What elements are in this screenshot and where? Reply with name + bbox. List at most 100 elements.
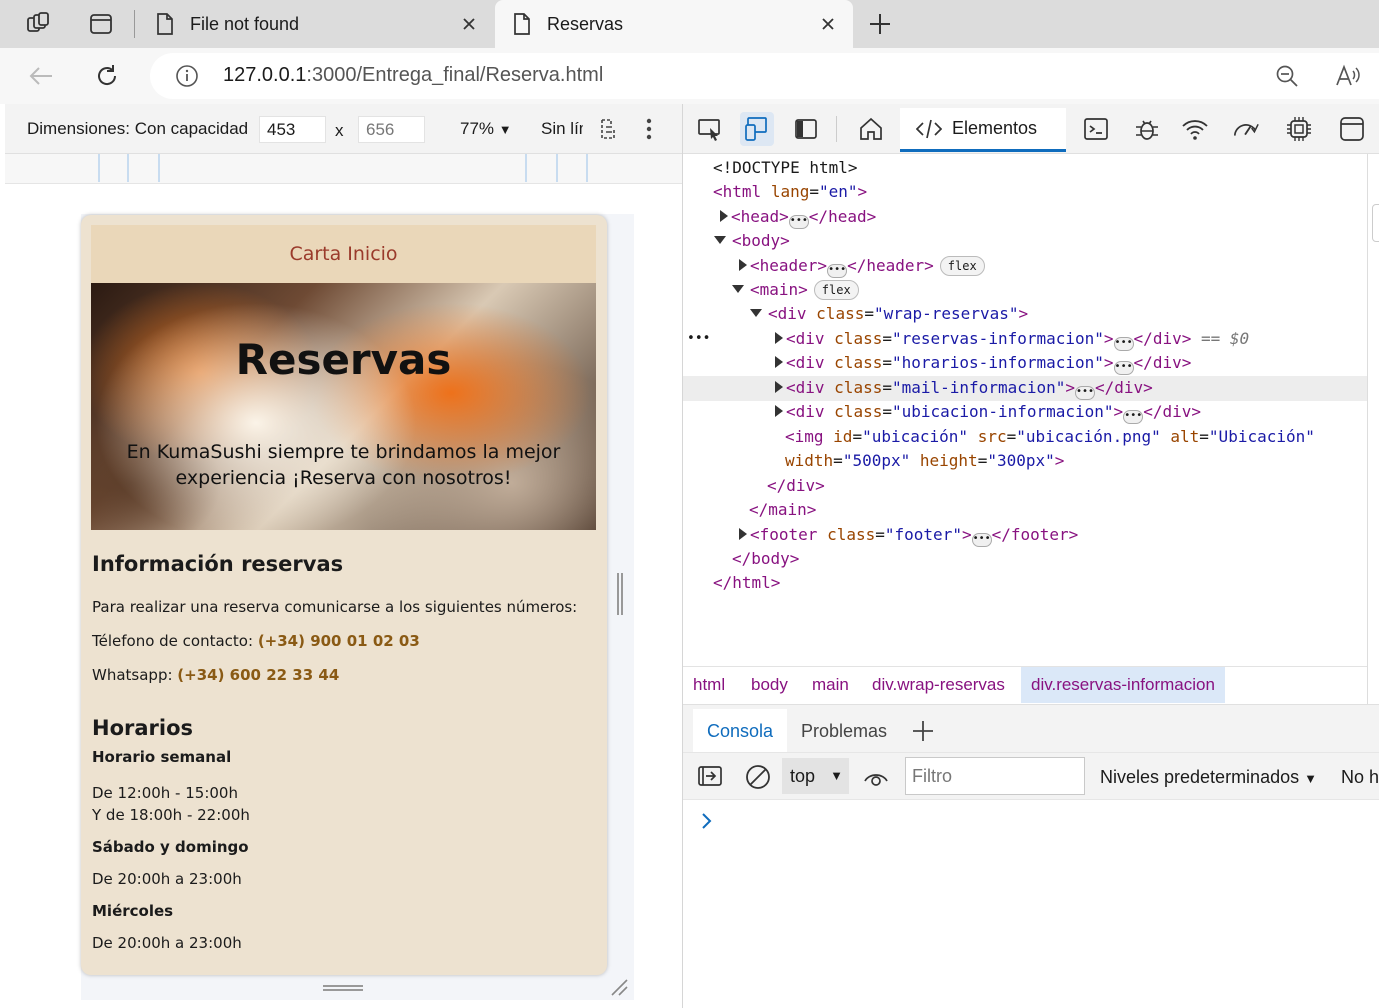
height-resize-handle[interactable] (323, 983, 363, 993)
dom-node-html[interactable]: <html lang="en"> (713, 180, 867, 204)
clear-console-icon[interactable] (745, 764, 771, 790)
network-wifi-icon[interactable] (1181, 115, 1209, 143)
console-filter-input[interactable]: Filtro (905, 757, 1085, 795)
tab-console[interactable]: Consola (693, 709, 788, 753)
back-icon[interactable] (27, 62, 55, 90)
dimensions-dropdown[interactable]: Dimensiones: Con capacidad (27, 119, 249, 139)
expand-triangle-icon[interactable] (775, 405, 783, 417)
zoom-icon[interactable] (1275, 64, 1299, 88)
dom-node-img[interactable]: <img id="ubicación" src="ubicación.png" … (785, 425, 1315, 449)
dom-node-ubicacion-informacion[interactable]: <div class="ubicacion-informacion">•••</… (775, 400, 1201, 424)
dom-node-main-close[interactable]: </main> (749, 498, 816, 522)
expand-triangle-icon[interactable] (720, 210, 728, 222)
tab-issues[interactable]: Problemas (787, 709, 901, 753)
dom-node-div-close[interactable]: </div> (767, 474, 825, 498)
ellipsis-icon[interactable]: ••• (1123, 410, 1144, 424)
dock-side-icon[interactable] (792, 115, 820, 143)
ellipsis-icon[interactable]: ••• (1113, 361, 1134, 375)
dom-node-main[interactable]: <main> flex (732, 278, 859, 302)
styles-filter-edge[interactable] (1372, 204, 1379, 242)
read-aloud-icon[interactable] (1335, 63, 1361, 89)
collapse-triangle-icon[interactable] (732, 285, 744, 293)
expand-triangle-icon[interactable] (775, 356, 783, 368)
nav-link-inicio[interactable]: Inicio (347, 243, 397, 265)
zoom-dropdown[interactable]: 77% ▼ (460, 119, 512, 139)
ellipsis-icon[interactable]: ••• (827, 264, 848, 278)
styles-pane-edge[interactable] (1367, 154, 1379, 714)
dom-node-head[interactable]: <head>•••</head> (720, 205, 876, 229)
debugger-bug-icon[interactable] (1133, 115, 1161, 143)
more-options-icon[interactable] (645, 117, 653, 141)
dom-node-mail-informacion[interactable]: <div class="mail-informacion">•••</div> (775, 376, 1153, 400)
dom-node-horarios-informacion[interactable]: <div class="horarios-informacion">•••</d… (775, 351, 1191, 375)
tag-name: <div (786, 353, 825, 372)
ellipsis-icon[interactable]: ••• (971, 533, 992, 547)
flex-badge[interactable]: flex (939, 256, 985, 276)
dom-tree[interactable]: <!DOCTYPE html> <html lang="en"> <head>•… (683, 154, 1367, 666)
ruler-mark (556, 154, 558, 182)
hero-text: En KumaSushi siempre te brindamos la mej… (126, 441, 561, 489)
media-query-ruler[interactable] (5, 154, 682, 184)
dom-node-html-close[interactable]: </html> (713, 571, 780, 595)
dom-node-reservas-informacion[interactable]: <div class="reservas-informacion">•••</d… (775, 327, 1249, 351)
close-tab-icon[interactable] (817, 13, 839, 35)
console-icon[interactable] (1082, 115, 1110, 143)
tag-close: </main> (749, 500, 817, 519)
console-prompt-icon[interactable] (701, 812, 713, 830)
collapse-triangle-icon[interactable] (714, 236, 726, 244)
inspect-element-icon[interactable] (696, 115, 724, 143)
dom-node-header[interactable]: <header>•••</header> flex (739, 254, 985, 278)
new-tab-icon[interactable] (866, 10, 894, 38)
nav-link-carta[interactable]: Carta (289, 243, 341, 265)
expand-triangle-icon[interactable] (775, 381, 783, 393)
refresh-icon[interactable] (93, 62, 121, 90)
dom-node-doctype[interactable]: <!DOCTYPE html> (713, 156, 858, 180)
add-tab-icon[interactable] (911, 719, 935, 743)
url-text[interactable]: 127.0.0.1:3000/Entrega_final/Reserva.htm… (223, 64, 603, 87)
attr-name: src (977, 427, 1007, 446)
expand-triangle-icon[interactable] (775, 332, 783, 344)
device-emulation-icon[interactable] (740, 112, 774, 146)
breadcrumb-html[interactable]: html (683, 667, 735, 703)
throttle-dropdown[interactable]: Sin límite (541, 119, 583, 139)
breadcrumb-wrap-reservas[interactable]: div.wrap-reservas (862, 667, 1015, 703)
dom-node-img-continued[interactable]: width="500px" height="300px"> (785, 449, 1064, 473)
dom-node-footer[interactable]: <footer class="footer">•••</footer> (739, 523, 1078, 547)
rotate-icon[interactable] (598, 118, 618, 140)
application-icon[interactable] (1338, 115, 1366, 143)
expand-triangle-icon[interactable] (739, 528, 747, 540)
ellipsis-icon[interactable]: ••• (788, 215, 809, 229)
width-resize-handle[interactable] (616, 573, 624, 615)
close-tab-icon[interactable] (458, 13, 480, 35)
tab-actions-icon[interactable] (87, 10, 115, 38)
corner-resize-icon[interactable] (610, 978, 628, 996)
tab-file-not-found[interactable]: File not found (138, 0, 494, 48)
collapse-triangle-icon[interactable] (750, 309, 762, 317)
breadcrumb-body[interactable]: body (741, 667, 798, 703)
device-height-input[interactable]: 656 (358, 116, 425, 143)
site-info-icon[interactable] (175, 64, 199, 88)
tab-reservas[interactable]: Reservas (495, 0, 853, 48)
breadcrumb-reservas-informacion[interactable]: div.reservas-informacion (1021, 667, 1225, 703)
ellipsis-icon[interactable]: ••• (1113, 337, 1134, 351)
home-icon[interactable] (857, 115, 885, 143)
memory-chip-icon[interactable] (1285, 115, 1313, 143)
dom-node-body-close[interactable]: </body> (732, 547, 799, 571)
sidebar-toggle-icon[interactable] (697, 765, 723, 787)
device-width-input[interactable]: 453 (259, 116, 326, 143)
node-actions-icon[interactable]: ••• (687, 327, 710, 351)
live-expression-eye-icon[interactable] (863, 767, 889, 787)
performance-icon[interactable] (1232, 115, 1260, 143)
address-bar[interactable]: 127.0.0.1:3000/Entrega_final/Reserva.htm… (150, 53, 1379, 99)
dom-node-body[interactable]: <body> (714, 229, 790, 253)
log-levels-dropdown[interactable]: Niveles predeterminados ▼ (1100, 753, 1317, 801)
ellipsis-icon[interactable]: ••• (1075, 386, 1096, 400)
issues-counter[interactable]: No hay problemas (1341, 753, 1379, 801)
flex-badge[interactable]: flex (813, 280, 859, 300)
elements-tab[interactable]: Elementos (900, 108, 1066, 152)
breadcrumb-main[interactable]: main (802, 667, 859, 703)
dom-node-wrap-reservas[interactable]: <div class="wrap-reservas"> (750, 302, 1028, 326)
expand-triangle-icon[interactable] (739, 259, 747, 271)
context-selector[interactable]: top ▼ (782, 758, 849, 794)
workspaces-icon[interactable] (24, 10, 52, 38)
